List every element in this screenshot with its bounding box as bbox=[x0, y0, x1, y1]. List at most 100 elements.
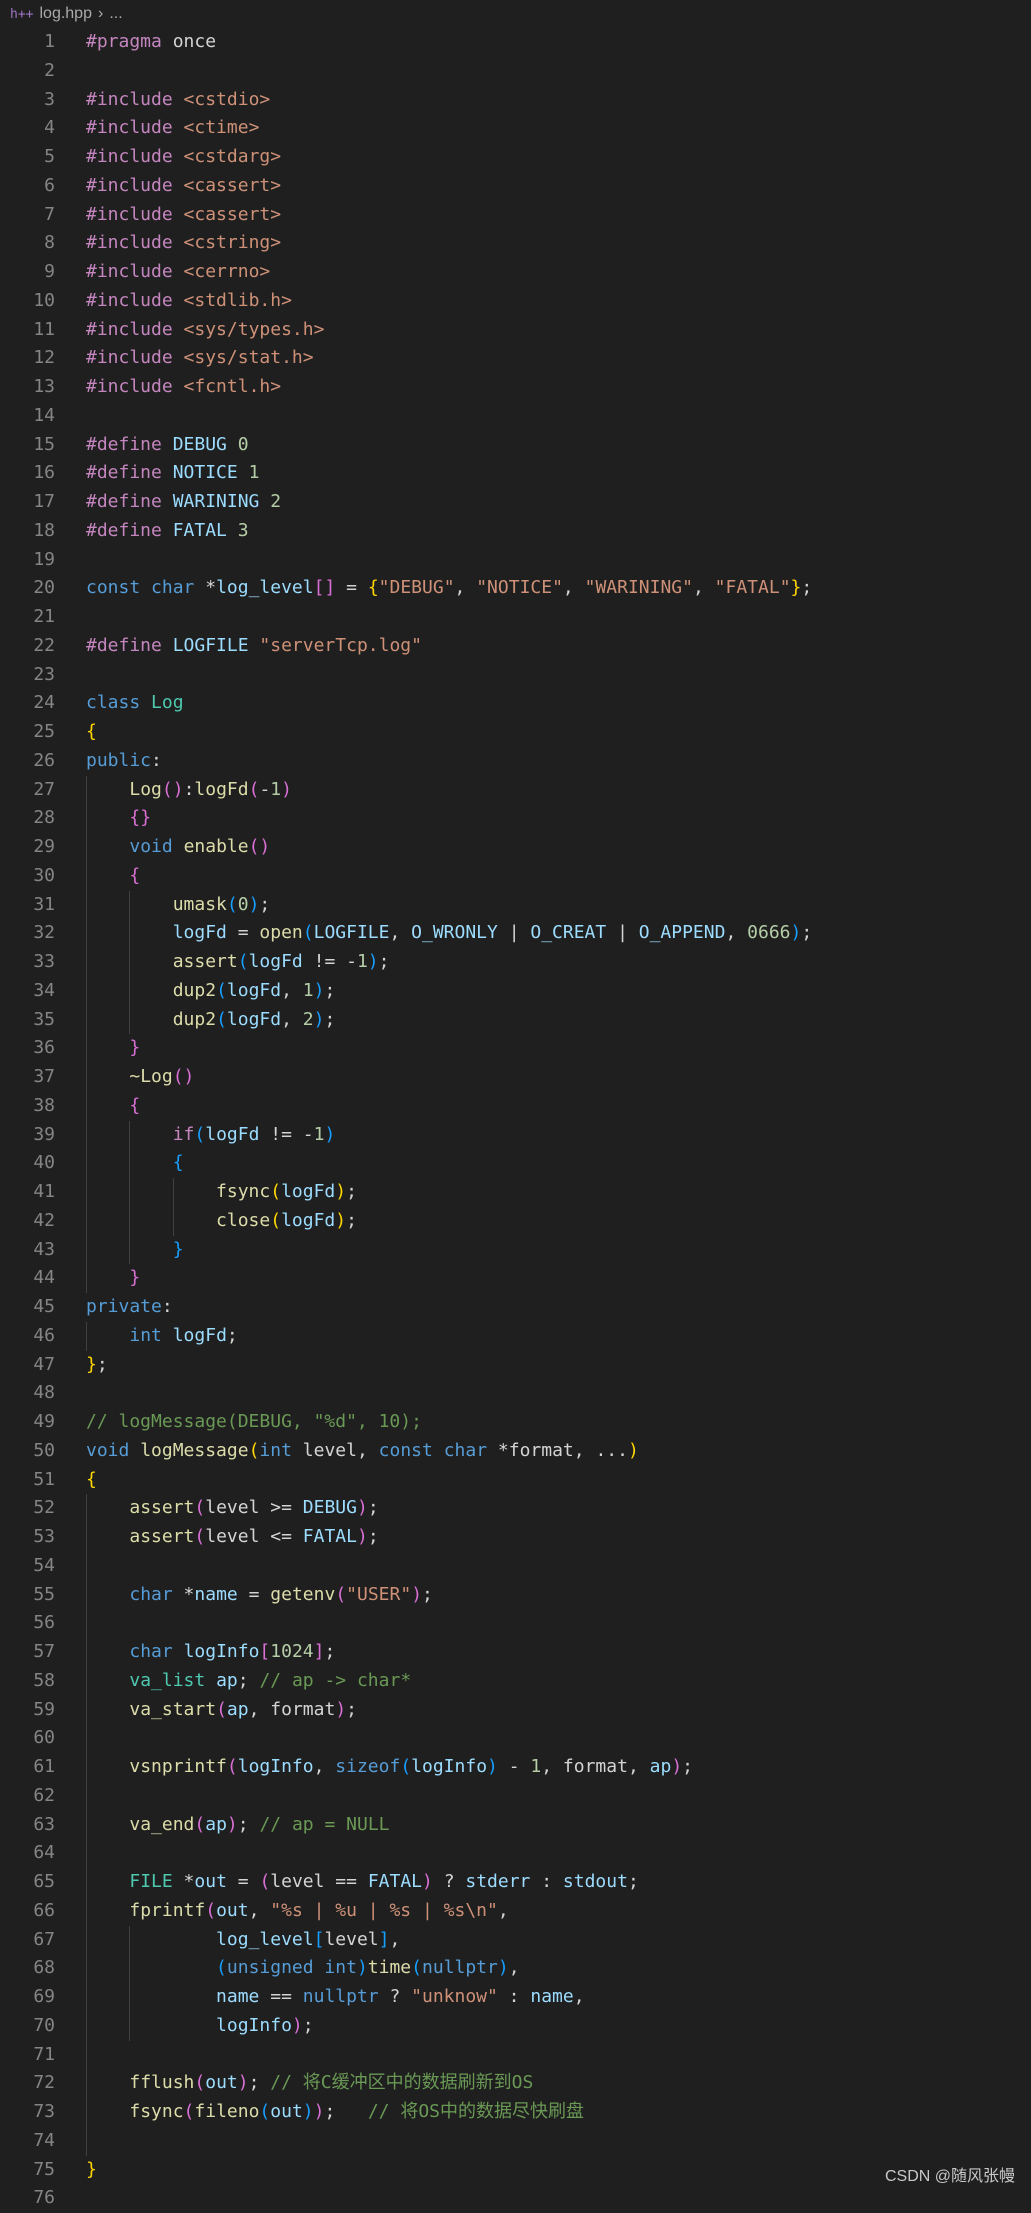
code-line[interactable]: 18 #define FATAL 3 bbox=[0, 517, 1031, 546]
code-line[interactable]: 39 if(logFd != -1) bbox=[0, 1120, 1031, 1150]
code-line[interactable]: 28 {} bbox=[0, 804, 1031, 833]
code-text: }; bbox=[86, 1351, 108, 1380]
breadcrumb-file-name[interactable]: log.hpp bbox=[39, 5, 92, 23]
code-line[interactable]: 55 char *name = getenv("USER"); bbox=[0, 1580, 1031, 1610]
code-token: stdout bbox=[562, 1871, 628, 1892]
code-line[interactable]: 70 logInfo); bbox=[0, 2011, 1031, 2041]
code-line[interactable]: 22 #define LOGFILE "serverTcp.log" bbox=[0, 632, 1031, 661]
code-token: ( bbox=[194, 1813, 206, 1835]
code-line[interactable]: 49 // logMessage(DEBUG, "%d", 10); bbox=[0, 1408, 1031, 1437]
code-line[interactable]: 38 { bbox=[0, 1091, 1031, 1121]
code-token: , bbox=[497, 1899, 509, 1921]
code-line[interactable]: 9 #include <cerrno> bbox=[0, 258, 1031, 287]
code-line[interactable]: 63 va_end(ap); // ap = NULL bbox=[0, 1810, 1031, 1840]
code-line[interactable]: 65 FILE *out = (level == FATAL) ? stderr… bbox=[0, 1868, 1031, 1897]
code-text: FILE *out = (level == FATAL) ? stderr : … bbox=[86, 1868, 638, 1897]
code-line[interactable]: 11 #include <sys/types.h> bbox=[0, 316, 1031, 345]
code-line[interactable]: 42 close(logFd); bbox=[0, 1206, 1031, 1236]
breadcrumb-symbol[interactable]: ... bbox=[109, 5, 122, 23]
code-line[interactable]: 56 bbox=[0, 1609, 1031, 1638]
code-line[interactable]: 31 umask(0); bbox=[0, 890, 1031, 920]
code-line[interactable]: 58 va_list ap; // ap -> char* bbox=[0, 1666, 1031, 1696]
code-line[interactable]: 5 #include <cstdarg> bbox=[0, 143, 1031, 172]
code-line[interactable]: 41 fsync(logFd); bbox=[0, 1178, 1031, 1207]
code-line[interactable]: 20 const char *log_level[] = {"DEBUG", "N… bbox=[0, 574, 1031, 603]
code-line[interactable]: 69 name == nullptr ? "unknow" : name, bbox=[0, 1983, 1031, 2012]
code-line[interactable]: 52 assert(level >= DEBUG); bbox=[0, 1494, 1031, 1523]
code-editor[interactable]: 1 #pragma once 2 3 #include <cstdio> 4 #includ… bbox=[0, 28, 1031, 2213]
code-line[interactable]: 61 vsnprintf(logInfo, sizeof(logInfo) - … bbox=[0, 1753, 1031, 1782]
code-line[interactable]: 7 #include <cassert> bbox=[0, 201, 1031, 230]
code-token: , bbox=[389, 922, 412, 944]
code-line[interactable]: 16 #define NOTICE 1 bbox=[0, 459, 1031, 488]
code-line[interactable]: 27 Log():logFd(-1) bbox=[0, 775, 1031, 805]
code-line[interactable]: 8 #include <cstring> bbox=[0, 229, 1031, 258]
code-line[interactable]: 26 public: bbox=[0, 747, 1031, 776]
line-number: 75 bbox=[33, 2158, 55, 2180]
code-line[interactable]: 33 assert(logFd != -1); bbox=[0, 948, 1031, 977]
code-line[interactable]: 71 bbox=[0, 2040, 1031, 2070]
code-line[interactable]: 13 #include <fcntl.h> bbox=[0, 373, 1031, 402]
code-text: dup2(logFd, 1); bbox=[86, 977, 336, 1006]
code-line[interactable]: 74 bbox=[0, 2126, 1031, 2156]
code-line[interactable]: 23 bbox=[0, 661, 1031, 690]
code-token: 1 bbox=[356, 951, 368, 972]
code-line[interactable]: 21 bbox=[0, 603, 1031, 632]
code-line[interactable]: 1 #pragma once bbox=[0, 28, 1031, 57]
code-line[interactable]: 25 { bbox=[0, 718, 1031, 747]
code-line[interactable]: 48 bbox=[0, 1379, 1031, 1408]
code-line[interactable]: 57 char logInfo[1024]; bbox=[0, 1638, 1031, 1667]
code-line[interactable]: 44 } bbox=[0, 1264, 1031, 1293]
code-line[interactable]: 47}; bbox=[0, 1351, 1031, 1380]
code-line[interactable]: 60 bbox=[0, 1724, 1031, 1753]
code-token: () bbox=[161, 778, 184, 800]
code-line[interactable]: 67 log_level[level], bbox=[0, 1925, 1031, 1955]
code-line[interactable]: 12 #include <sys/stat.h> bbox=[0, 344, 1031, 373]
code-line[interactable]: 10 #include <stdlib.h> bbox=[0, 287, 1031, 316]
code-line[interactable]: 76 bbox=[0, 2184, 1031, 2213]
code-line[interactable]: 51 { bbox=[0, 1466, 1031, 1495]
code-line[interactable]: 46 int logFd; bbox=[0, 1321, 1031, 1351]
code-line[interactable]: 4 #include <ctime> bbox=[0, 114, 1031, 143]
code-line[interactable]: 34 dup2(logFd, 1); bbox=[0, 976, 1031, 1006]
code-line[interactable]: 75} bbox=[0, 2156, 1031, 2185]
code-line[interactable]: 6 #include <cassert> bbox=[0, 172, 1031, 201]
code-line[interactable]: 35 dup2(logFd, 2); bbox=[0, 1005, 1031, 1035]
code-line[interactable]: 64 bbox=[0, 1839, 1031, 1868]
code-line[interactable]: 2 bbox=[0, 57, 1031, 86]
code-line[interactable]: 53 assert(level <= FATAL); bbox=[0, 1523, 1031, 1552]
code-line[interactable]: 19 bbox=[0, 546, 1031, 575]
code-line[interactable]: 50 void logMessage(int level, const char … bbox=[0, 1437, 1031, 1466]
code-line[interactable]: 40 { bbox=[0, 1149, 1031, 1178]
code-line[interactable]: 32 logFd = open(LOGFILE, O_WRONLY | O_CR… bbox=[0, 919, 1031, 948]
code-text: assert(level <= FATAL); bbox=[86, 1523, 378, 1552]
code-line[interactable]: 72 fflush(out); // 将C缓冲区中的数据刷新到OS bbox=[0, 2069, 1031, 2098]
code-token: logFd bbox=[281, 1209, 336, 1231]
code-line[interactable]: 43 } bbox=[0, 1235, 1031, 1265]
code-line[interactable]: 24 class Log bbox=[0, 689, 1031, 718]
code-line[interactable]: 3 #include <cstdio> bbox=[0, 86, 1031, 115]
code-line[interactable]: 62 bbox=[0, 1781, 1031, 1811]
code-line[interactable]: 17 #define WARINING 2 bbox=[0, 488, 1031, 517]
code-line[interactable]: 30 { bbox=[0, 861, 1031, 891]
code-text: char *name = getenv("USER"); bbox=[86, 1581, 433, 1610]
code-token: ; bbox=[378, 951, 390, 972]
code-line[interactable]: 36 } bbox=[0, 1034, 1031, 1063]
code-line[interactable]: 15 #define DEBUG 0 bbox=[0, 431, 1031, 460]
code-line[interactable]: 68 (unsigned int)time(nullptr), bbox=[0, 1954, 1031, 1983]
code-line[interactable]: 54 bbox=[0, 1551, 1031, 1581]
code-line[interactable]: 14 bbox=[0, 402, 1031, 431]
code-token: logMessage bbox=[140, 1439, 249, 1461]
code-line[interactable]: 59 va_start(ap, format); bbox=[0, 1695, 1031, 1725]
code-token: ) bbox=[356, 1957, 368, 1979]
code-line[interactable]: 29 void enable() bbox=[0, 833, 1031, 862]
code-line[interactable]: 37 ~Log() bbox=[0, 1063, 1031, 1092]
code-line[interactable]: 73 fsync(fileno(out)); // 将OS中的数据尽快刷盘 bbox=[0, 2098, 1031, 2127]
code-token: level bbox=[324, 1928, 379, 1950]
code-line[interactable]: 45 private: bbox=[0, 1293, 1031, 1322]
code-token: #define bbox=[86, 634, 162, 656]
code-line[interactable]: 66 fprintf(out, "%s | %u | %s | %s\n", bbox=[0, 1896, 1031, 1926]
